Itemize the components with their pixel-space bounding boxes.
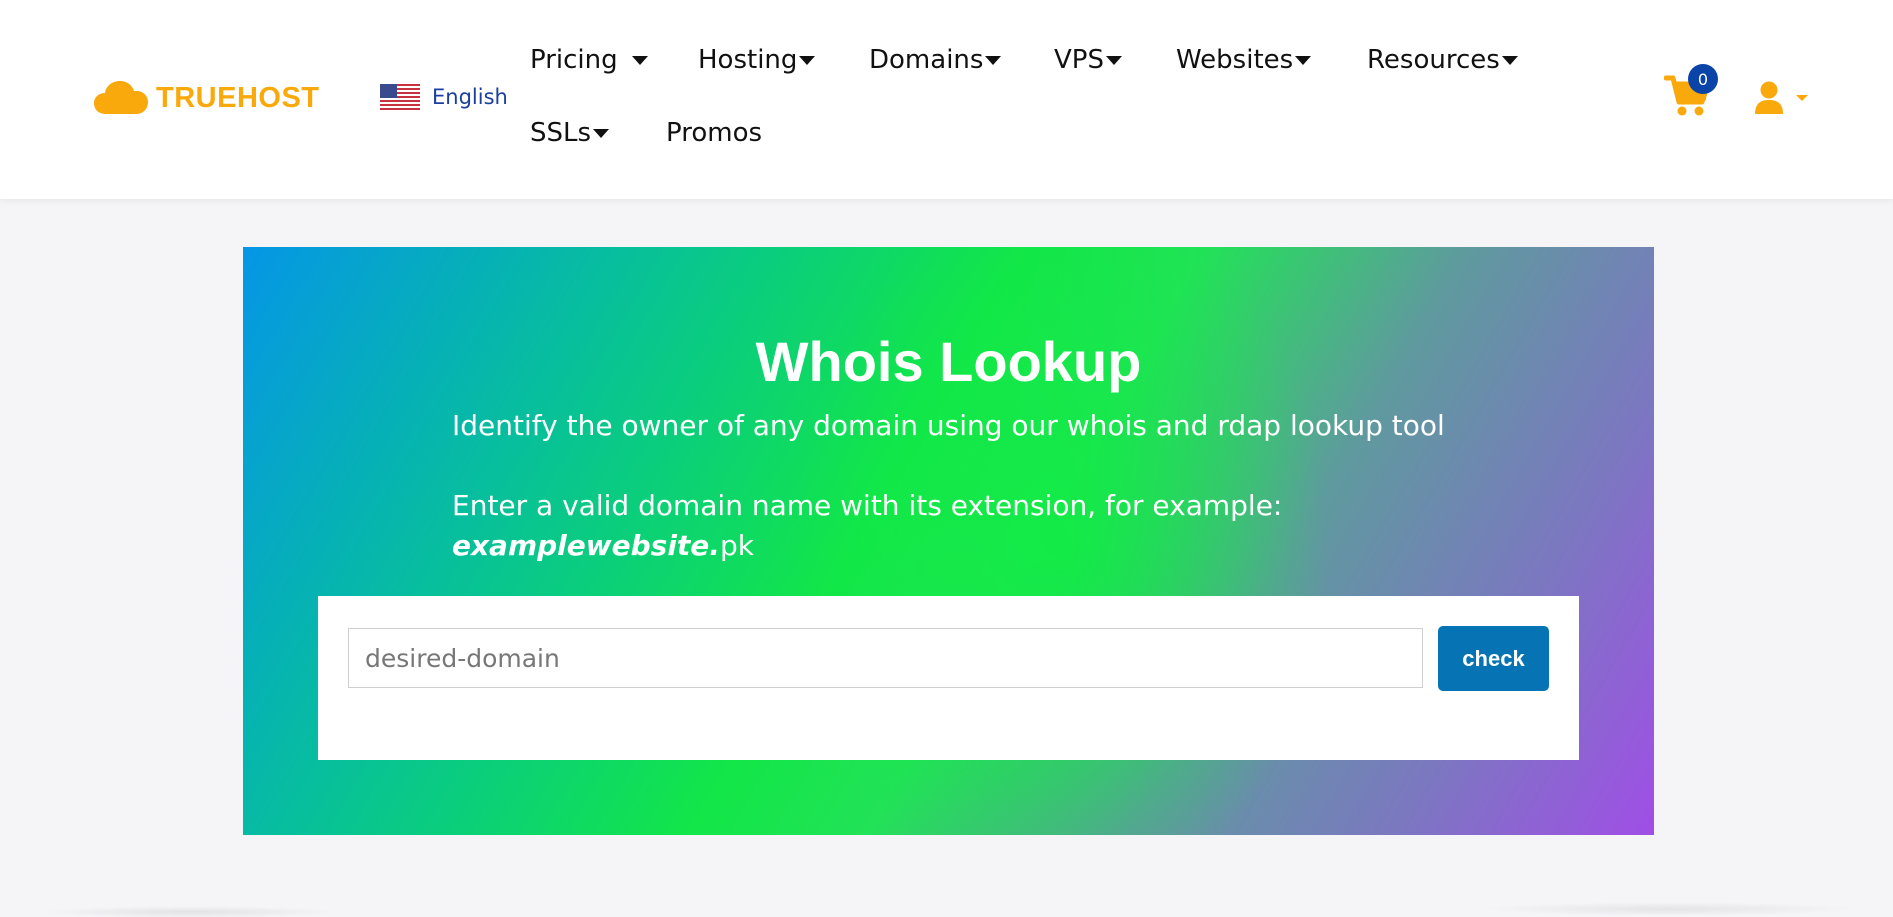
nav-label: VPS — [1054, 45, 1104, 75]
nav-label: Resources — [1367, 45, 1500, 75]
nav-label: Websites — [1176, 45, 1294, 75]
hero-instruction: Enter a valid domain name with its exten… — [452, 489, 1283, 522]
domain-search-input[interactable] — [348, 628, 1423, 688]
chevron-down-icon — [631, 55, 648, 65]
nav-label: Pricing — [530, 45, 618, 75]
nav-resources[interactable]: Resources — [1367, 43, 1518, 77]
chevron-down-icon — [799, 55, 816, 65]
chevron-down-icon — [1796, 95, 1808, 101]
page-title: Whois Lookup — [755, 330, 1142, 393]
chevron-down-icon — [1501, 55, 1518, 65]
nav-websites[interactable]: Websites — [1176, 43, 1312, 77]
nav-promos[interactable]: Promos — [666, 116, 762, 150]
language-label: English — [432, 85, 508, 109]
chevron-down-icon — [985, 55, 1002, 65]
nav-vps[interactable]: VPS — [1054, 43, 1122, 77]
chevron-down-icon — [1295, 55, 1312, 65]
nav-label: Promos — [666, 118, 763, 148]
cart-count-badge: 0 — [1688, 64, 1718, 94]
chevron-down-icon — [593, 128, 610, 138]
search-card: check — [318, 596, 1579, 760]
user-menu[interactable] — [1754, 78, 1808, 118]
nav-hosting[interactable]: Hosting — [698, 43, 816, 77]
hero-subtitle: Identify the owner of any domain using o… — [452, 409, 1445, 442]
example-domain: examplewebsite. — [452, 529, 720, 562]
nav-domains[interactable]: Domains — [869, 43, 1002, 77]
us-flag-icon — [380, 84, 420, 110]
example-extension: pk — [719, 529, 754, 562]
nav-pricing[interactable]: Pricing — [530, 43, 648, 77]
nav-label: Hosting — [698, 45, 798, 75]
nav-label: Domains — [869, 45, 984, 75]
nav-label: SSLs — [530, 118, 592, 148]
cloud-logo-icon — [94, 81, 148, 114]
language-selector[interactable]: English — [380, 82, 508, 112]
brand-logo[interactable]: TRUEHOST — [94, 78, 320, 118]
check-button[interactable]: check — [1438, 626, 1549, 691]
nav-ssls[interactable]: SSLs — [530, 116, 610, 150]
site-header: TRUEHOST English Pricing Hosting Domains… — [0, 0, 1893, 199]
card-shadow — [1480, 902, 1860, 916]
hero-example: examplewebsite.pk — [452, 529, 754, 562]
whois-hero: Whois Lookup Identify the owner of any d… — [243, 247, 1654, 835]
user-icon — [1755, 81, 1783, 114]
chevron-down-icon — [1105, 55, 1122, 65]
brand-name: TRUEHOST — [156, 81, 320, 114]
card-shadow — [40, 906, 340, 917]
